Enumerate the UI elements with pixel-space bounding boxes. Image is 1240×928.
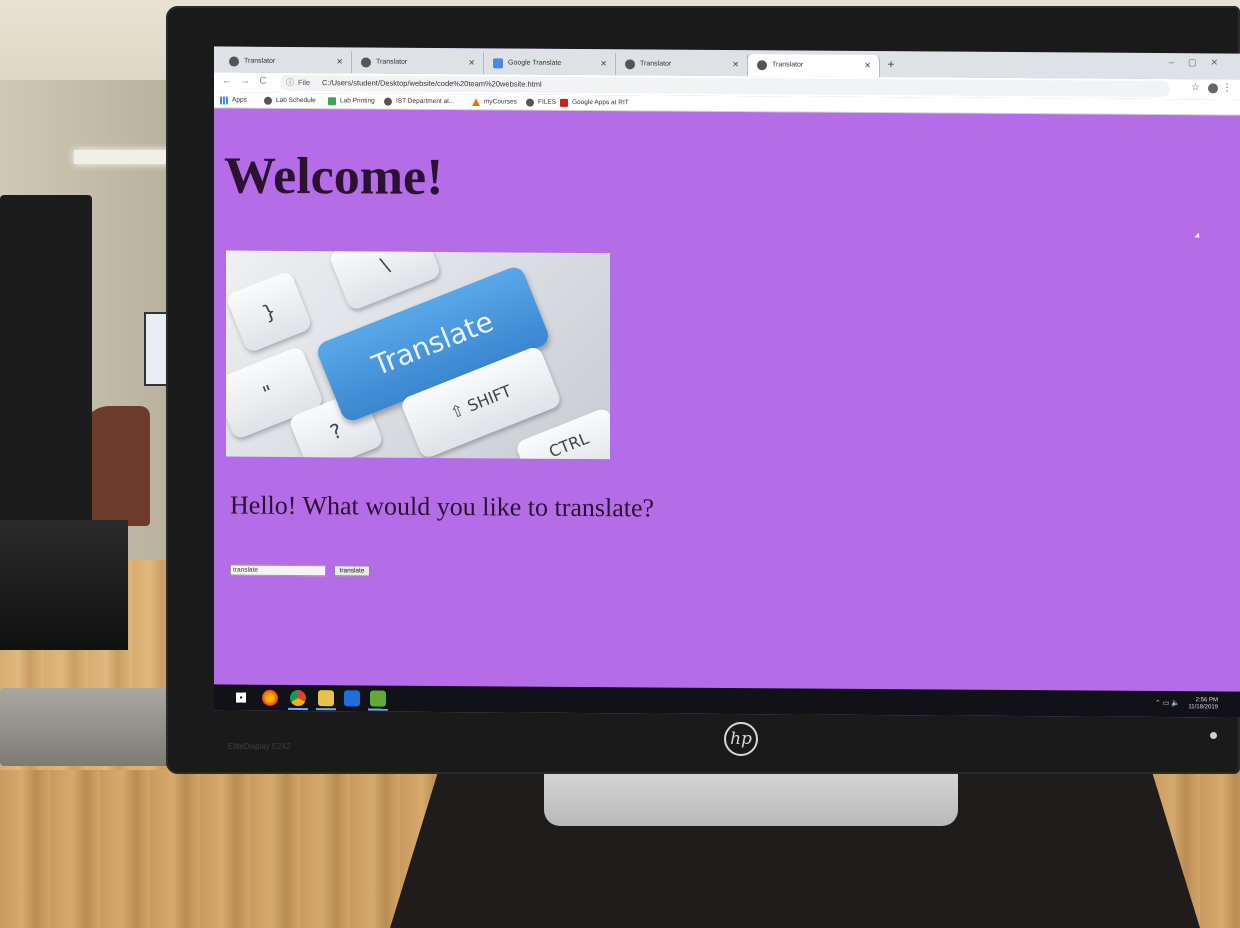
rit-icon	[560, 98, 568, 107]
translate-prompt: Hello! What would you like to translate?	[230, 490, 655, 523]
bookmark-lab-printing[interactable]: Lab Printing	[328, 95, 375, 107]
address-scheme: File	[298, 78, 311, 88]
bookmark-apps[interactable]: Apps	[220, 94, 247, 106]
notepad-icon[interactable]	[370, 690, 386, 707]
back-icon[interactable]: ←	[220, 74, 234, 88]
tab-title: Translator	[772, 61, 804, 69]
monitor-model-label: EliteDisplay E242	[228, 742, 291, 751]
bookmark-label: FILES	[538, 98, 557, 106]
close-icon[interactable]: ✕	[468, 52, 475, 74]
browser-tab[interactable]: Translator ✕	[352, 51, 484, 75]
globe-icon	[229, 56, 239, 67]
windows-start-icon[interactable]	[236, 692, 246, 703]
keyboard-image: } \ " ? Translate ⇧ SHIFT CTRL	[226, 250, 610, 460]
globe-icon	[625, 59, 635, 70]
hp-logo: hp	[724, 722, 758, 756]
monitor-stand	[544, 770, 958, 826]
window-controls[interactable]: –▢✕	[1169, 57, 1232, 68]
keyboard-key: }	[226, 270, 314, 354]
bookmark-label: Google Apps at RIT	[572, 98, 629, 107]
clock-date: 11/18/2019	[1188, 704, 1218, 711]
clock[interactable]: 2:56 PM 11/18/2019	[1188, 697, 1218, 711]
tab-title: Translator	[640, 60, 672, 68]
bookmark-label: Lab Printing	[340, 97, 375, 105]
bookmark-label: myCourses	[484, 98, 517, 106]
address-url[interactable]: C:/Users/student/Desktop/website/code%20…	[322, 75, 542, 93]
system-tray-icons[interactable]: ⌃ ▭ 🔈	[1155, 699, 1180, 707]
bookmark-label: Lab Schedule	[276, 96, 316, 105]
tab-title: Google Translate	[508, 59, 562, 67]
close-icon[interactable]: ✕	[864, 55, 871, 77]
reload-icon[interactable]: C	[256, 75, 270, 89]
globe-icon	[361, 57, 371, 68]
side-monitor	[0, 195, 92, 535]
mouse-cursor	[1194, 232, 1202, 240]
bookmark-mycourses[interactable]: myCourses	[472, 96, 517, 108]
translate-button[interactable]: translate	[334, 565, 370, 577]
bookmark-lab-schedule[interactable]: Lab Schedule	[264, 95, 316, 107]
ceiling-light	[74, 150, 174, 164]
browser-tab-active[interactable]: Translator ✕	[748, 54, 880, 78]
globe-icon	[384, 97, 392, 106]
close-icon[interactable]: ✕	[600, 53, 607, 75]
browser-tab[interactable]: Translator ✕	[220, 50, 352, 74]
bookmark-files[interactable]: FILES	[526, 97, 556, 109]
file-explorer-icon[interactable]	[318, 690, 334, 707]
bookmark-google-apps[interactable]: Google Apps at RIT	[560, 97, 629, 109]
tab-title: Translator	[244, 57, 276, 65]
web-page: Welcome! } \ " ? Translate ⇧ SHIFT CTRL …	[214, 108, 1240, 692]
triangle-icon	[472, 98, 480, 106]
flag-icon	[328, 97, 336, 106]
new-tab-button[interactable]: +	[882, 55, 900, 73]
browser-tab[interactable]: Translator ✕	[616, 53, 748, 77]
side-monitor-stand	[0, 520, 128, 650]
tab-title: Translator	[376, 58, 408, 66]
translate-input[interactable]	[230, 564, 326, 577]
power-button[interactable]	[1210, 732, 1217, 739]
menu-icon[interactable]: ⋮	[1222, 82, 1232, 93]
info-icon[interactable]: ⓘ	[286, 75, 294, 91]
forward-icon[interactable]: →	[238, 75, 252, 89]
globe-icon	[757, 60, 767, 71]
monitor-screen: Translator ✕ Translator ✕ Google Transla…	[214, 46, 1240, 718]
bookmark-label: IST Department at...	[396, 97, 455, 106]
calendar-icon	[264, 96, 272, 105]
close-icon[interactable]: ✕	[732, 54, 739, 76]
globe-icon	[526, 98, 534, 107]
power-strip	[0, 688, 182, 766]
browser-tab[interactable]: Google Translate ✕	[484, 52, 616, 76]
bookmark-star-icon[interactable]: ☆	[1191, 82, 1200, 93]
profile-avatar[interactable]	[1208, 83, 1218, 94]
bookmark-label: Apps	[232, 96, 247, 104]
google-translate-icon	[493, 58, 503, 69]
chrome-icon[interactable]	[290, 689, 306, 707]
close-icon[interactable]: ✕	[336, 51, 343, 73]
page-title: Welcome!	[224, 147, 444, 207]
bookmark-ist-department[interactable]: IST Department at...	[384, 96, 454, 108]
task-view-icon[interactable]	[344, 690, 360, 707]
firefox-icon[interactable]	[262, 689, 278, 706]
apps-icon	[220, 96, 228, 105]
